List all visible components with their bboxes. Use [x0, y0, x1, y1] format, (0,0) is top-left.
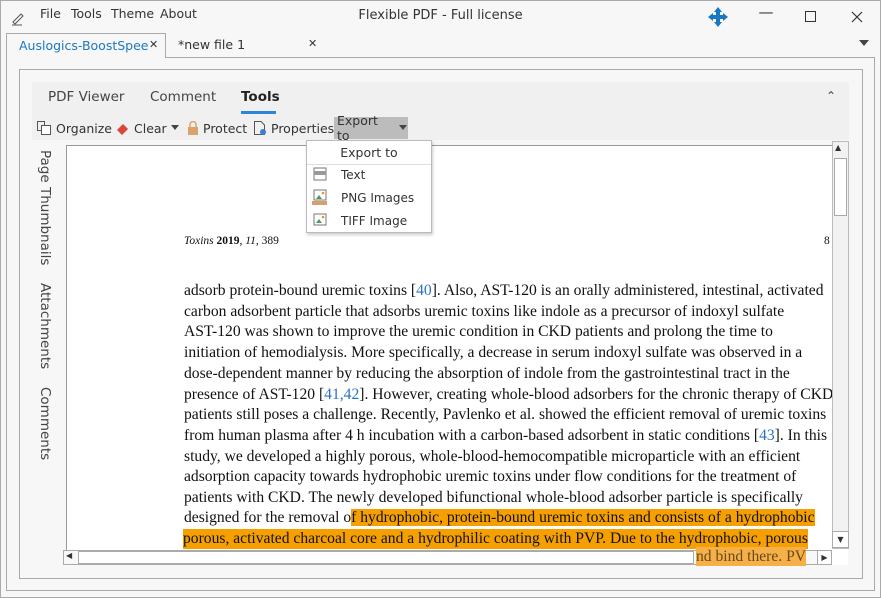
- export-menu-item-png[interactable]: PNG Images: [307, 187, 431, 209]
- export-menu-item-text[interactable]: Text: [307, 164, 431, 186]
- tab-label: Auslogics-BoostSpee: [19, 38, 149, 53]
- active-tab-underline: [241, 111, 276, 114]
- vertical-scrollbar[interactable]: ▲: [832, 141, 849, 549]
- protect-label: Protect: [203, 120, 248, 136]
- text-line: study, we developed a highly porous, who…: [184, 447, 800, 467]
- journal-year: 2019: [216, 235, 240, 247]
- side-tab-page-thumbnails[interactable]: Page Thumbnails: [37, 150, 53, 265]
- properties-icon: [254, 121, 266, 135]
- protect-button[interactable]: Protect: [187, 119, 247, 137]
- tab-document-active[interactable]: Auslogics-BoostSpee ✕: [6, 33, 166, 58]
- maximize-button[interactable]: [805, 11, 817, 23]
- menu-item-label: Text: [341, 168, 366, 182]
- tab-new-file[interactable]: *new file 1 ✕: [166, 33, 326, 58]
- text-line: initiation of hemodialysis. More specifi…: [184, 343, 802, 363]
- export-dropdown-menu: Export to Text PNG Images TIFF Image: [306, 140, 432, 233]
- scroll-up-arrow-icon[interactable]: ▲: [835, 143, 841, 152]
- text-line-highlighted: nd bind there. PV: [696, 547, 807, 566]
- clear-button[interactable]: Clear: [116, 119, 180, 137]
- text-line-highlighted: designed for the removal of hydrophobic,…: [184, 508, 815, 528]
- tab-label: *new file 1: [178, 37, 246, 52]
- text-line: presence of AST-120 [41,42]. However, cr…: [184, 385, 833, 405]
- text-run: patients still poses a challenge. Recent…: [184, 406, 827, 424]
- vertical-scroll-thumb[interactable]: [834, 158, 847, 216]
- text-line: patients still poses a challenge. Recent…: [184, 405, 826, 425]
- text-line: AST-120 was shown to improve the uremic …: [184, 322, 773, 342]
- text-line: from human plasma after 4 h incubation w…: [184, 426, 827, 446]
- journal-volume: 11: [245, 235, 256, 247]
- scroll-left-arrow-icon[interactable]: ◀: [66, 551, 72, 560]
- text-run: presence of AST-120 [: [184, 385, 325, 403]
- properties-label: Properties: [271, 120, 335, 136]
- text-plain: designed for the removal o: [184, 509, 352, 526]
- text-line: adsorb protein-bound uremic toxins [40].…: [184, 281, 824, 301]
- horizontal-scroll-thumb[interactable]: [78, 551, 694, 564]
- menu-item-label: PNG Images: [341, 191, 415, 205]
- export-menu-item-tiff[interactable]: TIFF Image: [307, 210, 431, 232]
- ribbon-tab-pdf-viewer[interactable]: PDF Viewer: [48, 89, 125, 105]
- menu-item-label: TIFF Image: [341, 214, 408, 228]
- tab-close-icon[interactable]: ✕: [308, 37, 317, 50]
- txt-file-icon: [313, 167, 327, 181]
- close-button[interactable]: [851, 11, 863, 23]
- text-line: carbon adsorbent particle that adsorbs u…: [184, 302, 784, 322]
- text-run: adsorption capacity towards hydrophobic …: [184, 468, 797, 486]
- text-line-highlighted: porous, activated charcoal core and a hy…: [183, 529, 808, 549]
- side-tab-attachments[interactable]: Attachments: [37, 283, 53, 369]
- citation-link[interactable]: 41,42: [324, 386, 359, 403]
- export-to-button[interactable]: Export to: [334, 113, 408, 143]
- text-run: ]. However, creating whole-blood adsorbe…: [359, 385, 834, 403]
- organize-icon: [37, 121, 51, 135]
- properties-button[interactable]: Properties: [253, 119, 334, 137]
- chevron-down-icon: [399, 125, 408, 130]
- text-run: from human plasma after 4 h incubation w…: [184, 426, 760, 444]
- citation-link[interactable]: 40: [416, 282, 432, 299]
- text-run: dose-dependent manner by reducing the ab…: [184, 364, 790, 382]
- tiff-image-icon: [313, 213, 327, 226]
- minimize-button[interactable]: —: [753, 3, 779, 25]
- citation-link[interactable]: 43: [759, 427, 775, 444]
- text-run: patients with CKD. The newly developed b…: [184, 489, 803, 506]
- export-label: Export to: [337, 113, 378, 143]
- article-number: 389: [261, 235, 279, 247]
- side-tab-comments[interactable]: Comments: [37, 387, 53, 460]
- ribbon-tab-comment[interactable]: Comment: [150, 89, 216, 105]
- text-line: dose-dependent manner by reducing the ab…: [184, 364, 790, 384]
- tab-list-dropdown-icon[interactable]: [859, 40, 870, 48]
- text-line: adsorption capacity towards hydrophobic …: [184, 467, 796, 487]
- pdf-page-view[interactable]: Toxins 2019, 11, 389 8 of adsorb protein…: [66, 145, 848, 565]
- text-run: ]. In this: [774, 426, 828, 444]
- png-image-icon: [312, 189, 327, 205]
- organize-button[interactable]: Organize: [36, 119, 112, 137]
- collapse-ribbon-icon[interactable]: ⌃: [826, 89, 836, 103]
- journal-name: Toxins: [184, 235, 214, 247]
- clear-label: Clear: [134, 120, 167, 136]
- export-menu-header: Export to: [307, 143, 431, 165]
- lock-icon: [188, 121, 198, 135]
- text-run: study, we developed a highly porous, who…: [184, 447, 801, 465]
- scroll-down-arrow-icon[interactable]: ▼: [832, 531, 849, 548]
- highlighted-text: f hydrophobic, protein-bound uremic toxi…: [351, 509, 815, 526]
- chevron-down-icon: [170, 125, 179, 130]
- scroll-right-arrow-icon[interactable]: ▶: [817, 550, 832, 565]
- text-line: patients with CKD. The newly developed b…: [184, 488, 803, 508]
- text-run: initiation of hemodialysis. More specifi…: [184, 344, 803, 362]
- window-title: Flexible PDF - Full license: [358, 8, 523, 23]
- text-run: carbon adsorbent particle that adsorbs u…: [184, 302, 785, 320]
- tab-close-icon[interactable]: ✕: [149, 38, 158, 51]
- text-run: AST-120 was shown to improve the uremic …: [184, 323, 773, 341]
- text-run: adsorb protein-bound uremic toxins [: [184, 282, 417, 299]
- eraser-icon: [117, 124, 128, 135]
- text-run: ]. Also, AST-120 is an orally administer…: [431, 282, 824, 299]
- organize-label: Organize: [56, 120, 112, 136]
- page-running-header: Toxins 2019, 11, 389: [184, 235, 279, 247]
- ribbon-tab-tools[interactable]: Tools: [241, 89, 280, 105]
- move-icon[interactable]: [707, 6, 729, 28]
